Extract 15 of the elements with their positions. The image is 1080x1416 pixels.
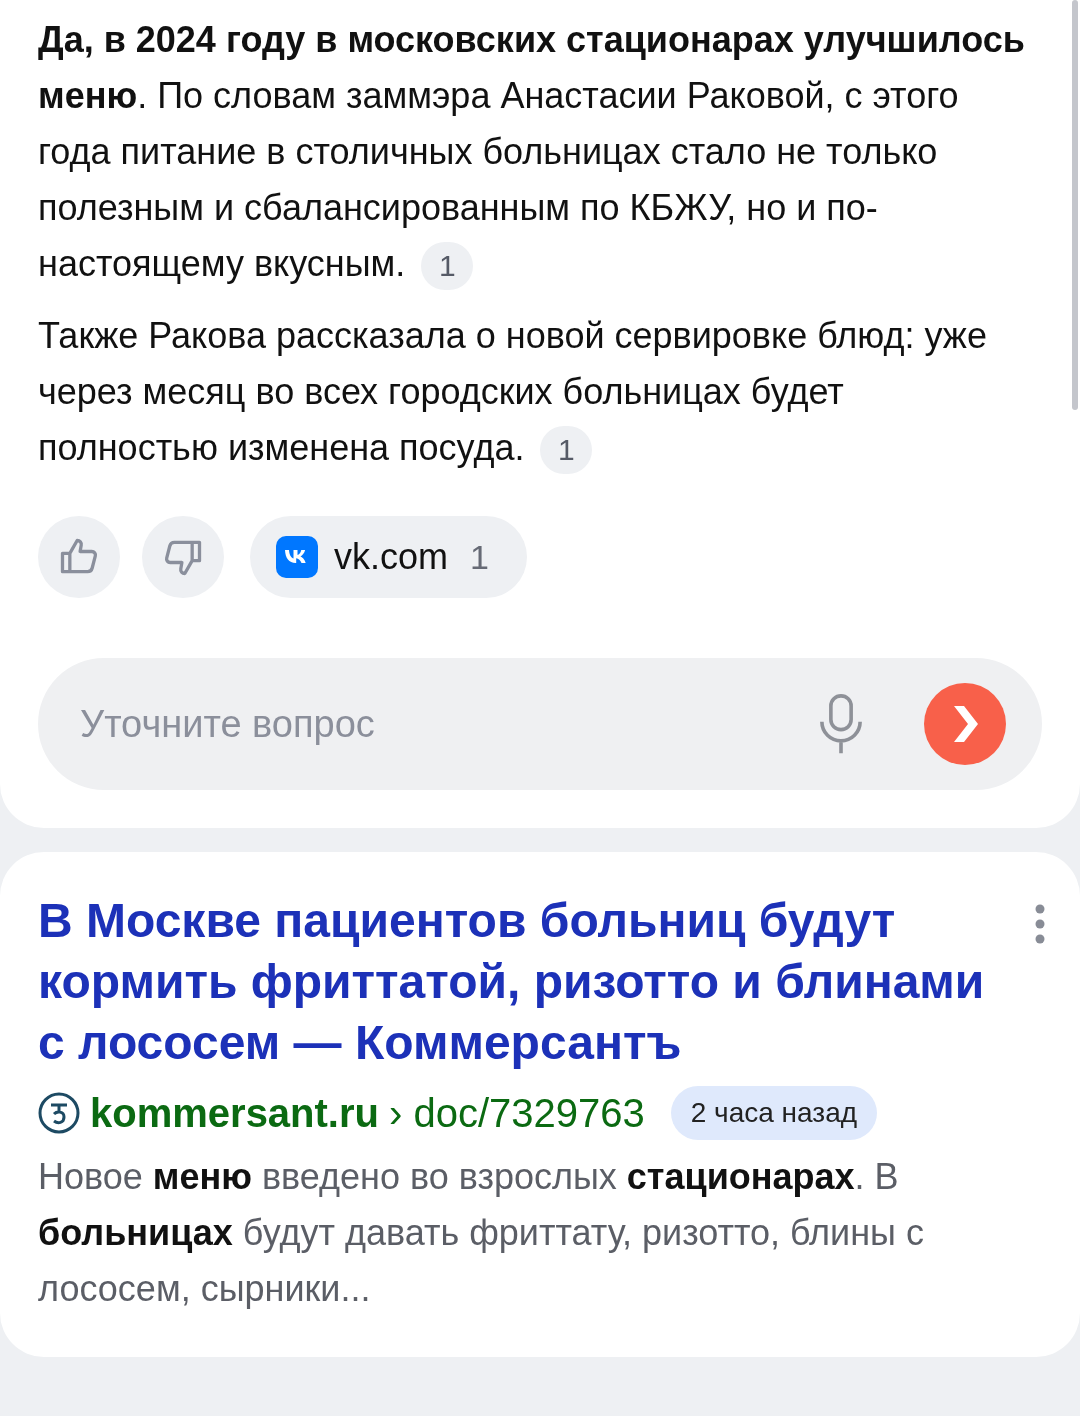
citation-link[interactable]: 1 xyxy=(540,426,593,475)
result-snippet: Новое меню введено во взрослых стационарах. В больницах будут давать фриттату, ризотто, блины с лососем, сырники... xyxy=(38,1155,925,1311)
answer-paragraph: Также Ракова рассказала о новой сервировке блюд: уже через месяц во всех городских больницах будет полностью изменена посуда. 1 xyxy=(38,308,1042,476)
citation-link[interactable]: 1 xyxy=(421,242,474,291)
site-logo-icon xyxy=(38,1092,80,1134)
time-badge: 2 часа назад xyxy=(670,1086,878,1140)
query-bar[interactable]: Уточните вопрос xyxy=(38,658,1042,790)
site-link[interactable]: kommersant.ru xyxy=(90,1083,379,1143)
query-field[interactable]: Уточните вопрос xyxy=(80,695,814,753)
more-options-icon[interactable] xyxy=(1034,904,1046,944)
url-path[interactable]: › doc/7329763 xyxy=(389,1083,645,1143)
result-title-link[interactable]: В Москве пациентов больниц будут кормить фриттатой, ризотто и блинами с лососем — Коммерсантъ xyxy=(38,890,1034,1073)
answer-paragraph: Да, в 2024 году в московских стационарах улучшилось меню. По словам заммэра Анастасии Раковой, с этого года питание в столичных больницах стало не только полезным и сбалансированным по КБЖУ, но и по-настоящему вкусным. 1 xyxy=(38,12,1042,292)
source-chip[interactable]: vk.com 1 xyxy=(250,516,527,598)
vk-logo-icon xyxy=(276,536,318,578)
